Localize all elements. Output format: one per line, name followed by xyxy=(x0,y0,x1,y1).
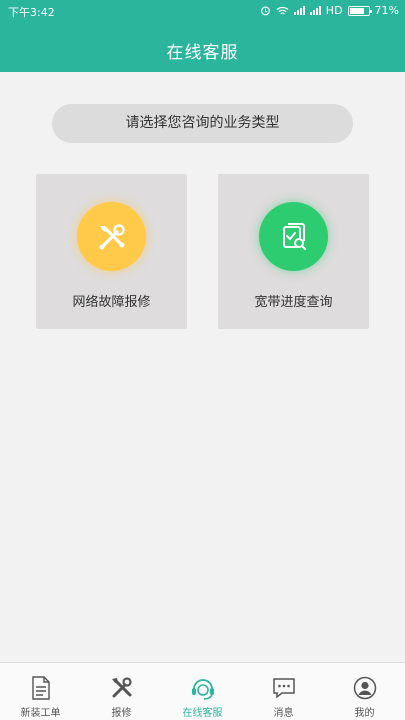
tools-icon-circle xyxy=(77,202,146,271)
tab-mine-label: 我的 xyxy=(354,708,375,719)
network-repair-card[interactable]: 网络故障报修 xyxy=(36,174,187,329)
signal-icon-2 xyxy=(309,6,321,15)
status-icons: HD 71% xyxy=(260,4,399,17)
business-type-prompt: 请选择您咨询的业务类型 xyxy=(52,104,353,143)
page-title: 在线客服 xyxy=(166,43,239,63)
signal-icon xyxy=(293,6,305,15)
tab-online-service-label: 在线客服 xyxy=(182,708,223,719)
tab-mine[interactable]: 我的 xyxy=(324,663,405,720)
headset-icon xyxy=(190,675,216,701)
status-bar: 下午3:42 HD 71% xyxy=(0,0,405,22)
tools-icon xyxy=(109,675,135,701)
tab-repair-label: 报修 xyxy=(111,708,132,719)
bottom-tab-bar: 新装工单 报修 在线客服 消息 我的 xyxy=(0,662,405,720)
tab-repair[interactable]: 报修 xyxy=(81,663,162,720)
document-search-icon-circle xyxy=(259,202,328,271)
broadband-progress-label: 宽带进度查询 xyxy=(254,295,333,310)
battery-level: 71% xyxy=(374,4,399,17)
broadband-progress-card[interactable]: 宽带进度查询 xyxy=(218,174,369,329)
user-icon xyxy=(352,675,378,701)
status-time: 下午3:42 xyxy=(8,6,55,19)
tab-new-order-label: 新装工单 xyxy=(20,708,61,719)
battery-icon xyxy=(347,5,372,16)
document-search-icon xyxy=(282,222,306,250)
tab-messages-label: 消息 xyxy=(273,708,294,719)
network-type: HD xyxy=(325,4,343,17)
document-icon xyxy=(28,675,54,701)
tools-icon xyxy=(99,223,125,249)
tab-new-order[interactable]: 新装工单 xyxy=(0,663,81,720)
header: 下午3:42 HD 71% 在线客服 xyxy=(0,0,405,72)
tab-messages[interactable]: 消息 xyxy=(243,663,324,720)
wifi-icon xyxy=(276,6,289,14)
network-repair-label: 网络故障报修 xyxy=(72,295,151,310)
alarm-icon xyxy=(260,6,270,16)
chat-icon xyxy=(271,675,297,701)
tab-online-service[interactable]: 在线客服 xyxy=(162,663,243,720)
